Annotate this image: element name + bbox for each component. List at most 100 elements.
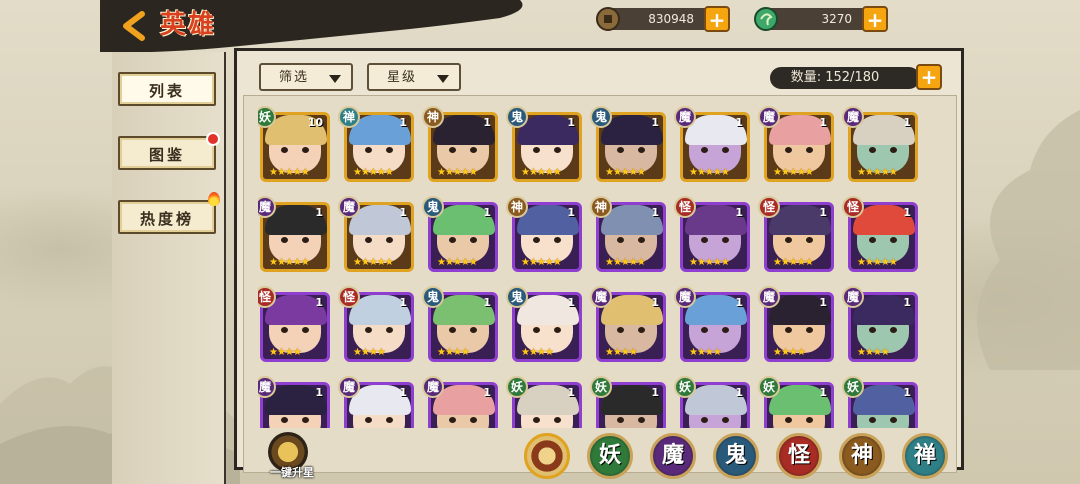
hero-eyes [449, 327, 477, 333]
faction-badge: 妖 [842, 376, 864, 398]
hero-stars: ★★★★ [269, 347, 302, 358]
hero-stars: ★★★★ [521, 347, 554, 358]
hero-stars: ★★★★ [857, 347, 890, 358]
hero-stars: ★★★★ [689, 347, 722, 358]
faction-badge: 魔 [590, 286, 612, 308]
hero-level: 1 [315, 206, 323, 219]
hero-stars: ★★★★★ [857, 167, 898, 178]
one-click-upstar[interactable]: 一键升星 [262, 432, 314, 484]
add-jade-button[interactable]: + [862, 6, 888, 32]
sidebar-item-list[interactable]: 列表 [118, 72, 216, 106]
faction-filter-gui[interactable]: 鬼 [713, 433, 759, 479]
faction-filter-guai[interactable]: 怪 [776, 433, 822, 479]
faction-badge: 怪 [758, 196, 780, 218]
hero-level: 1 [483, 206, 491, 219]
faction-filter-chan[interactable]: 禅 [902, 433, 948, 479]
hero-level: 1 [903, 206, 911, 219]
hero-eyes [869, 147, 897, 153]
hero-stars: ★★★★★ [269, 167, 310, 178]
hero-eyes [701, 327, 729, 333]
hero-eyes [281, 327, 309, 333]
faction-badge: 妖 [506, 376, 528, 398]
hero-level: 1 [819, 386, 827, 399]
faction-badge: 魔 [674, 286, 696, 308]
hero-eyes [701, 237, 729, 243]
faction-badge: 神 [506, 196, 528, 218]
sidebar-item-label: 图鉴 [148, 146, 185, 164]
faction-badge: 怪 [674, 196, 696, 218]
hero-level: 1 [735, 206, 743, 219]
hero-eyes [449, 147, 477, 153]
faction-badge: 妖 [590, 376, 612, 398]
triangle-down-icon [437, 75, 449, 83]
hero-stars: ★★★★★ [437, 167, 478, 178]
faction-filter-mo[interactable]: 魔 [650, 433, 696, 479]
hero-eyes [365, 237, 393, 243]
faction-badge: 鬼 [506, 106, 528, 128]
ink-mountain-right [977, 110, 1080, 370]
hero-level: 1 [399, 386, 407, 399]
add-coins-button[interactable]: + [704, 6, 730, 32]
hero-eyes [365, 147, 393, 153]
hero-eyes [785, 417, 813, 423]
hero-stars: ★★★★★ [353, 257, 394, 268]
hero-eyes [785, 147, 813, 153]
hero-eyes [785, 237, 813, 243]
hero-level: 1 [735, 296, 743, 309]
hero-stars: ★★★★ [437, 347, 470, 358]
sidebar-item-collection[interactable]: 图鉴 [118, 132, 220, 170]
hero-level: 1 [483, 296, 491, 309]
star-dropdown-label: 星级 [387, 70, 418, 85]
hero-level: 1 [567, 386, 575, 399]
hero-level: 1 [315, 296, 323, 309]
faction-badge: 魔 [758, 286, 780, 308]
faction-badge: 妖 [758, 376, 780, 398]
hero-level: 1 [819, 296, 827, 309]
faction-filter-all[interactable] [524, 433, 570, 479]
hero-level: 1 [651, 206, 659, 219]
faction-badge: 魔 [758, 106, 780, 128]
hero-stars: ★★★★ [353, 347, 386, 358]
hero-level: 1 [819, 206, 827, 219]
hero-eyes [533, 147, 561, 153]
faction-filter-shen[interactable]: 神 [839, 433, 885, 479]
hero-eyes [365, 417, 393, 423]
coin-icon [596, 7, 620, 31]
star-dropdown[interactable]: 星级 [367, 63, 461, 91]
faction-filter-yao[interactable]: 妖 [587, 433, 633, 479]
filter-dropdown[interactable]: 筛选 [259, 63, 353, 91]
hero-level: 1 [903, 116, 911, 129]
hero-eyes [785, 327, 813, 333]
expand-capacity-button[interactable]: + [916, 64, 942, 90]
sidebar-item-ranking[interactable]: 热度榜 [118, 192, 220, 234]
hero-stars: ★★★★★ [605, 257, 646, 268]
hero-level: 10 [307, 116, 323, 129]
hero-level: 1 [735, 116, 743, 129]
faction-badge: 魔 [422, 376, 444, 398]
hero-stars: ★★★★★ [605, 167, 646, 178]
faction-badge: 禅 [338, 106, 360, 128]
hero-eyes [701, 147, 729, 153]
jade-icon [754, 7, 778, 31]
faction-badge: 妖 [674, 376, 696, 398]
hero-level: 1 [651, 386, 659, 399]
hero-eyes [281, 147, 309, 153]
hero-eyes [533, 417, 561, 423]
hero-level: 1 [567, 116, 575, 129]
hero-level: 1 [483, 386, 491, 399]
hero-eyes [281, 417, 309, 423]
hero-level: 1 [903, 296, 911, 309]
hero-count: 数量: 152/180 [770, 67, 920, 89]
hero-stars: ★★★★★ [857, 257, 898, 268]
hero-stars: ★★★★★ [689, 167, 730, 178]
hero-level: 1 [651, 296, 659, 309]
faction-badge: 魔 [338, 196, 360, 218]
hero-level: 1 [903, 386, 911, 399]
hero-eyes [617, 237, 645, 243]
hero-eyes [617, 417, 645, 423]
back-button[interactable] [112, 6, 156, 46]
faction-badge: 魔 [338, 376, 360, 398]
sidebar-item-label: 热度榜 [139, 210, 194, 228]
hero-stars: ★★★★★ [353, 167, 394, 178]
fire-icon [208, 192, 220, 206]
